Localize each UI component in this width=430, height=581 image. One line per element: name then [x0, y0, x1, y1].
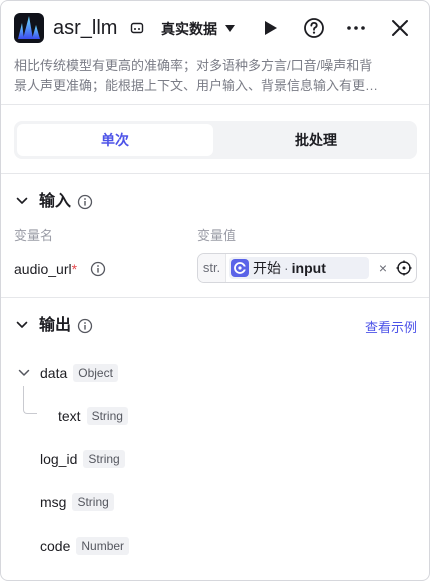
type-tag-str[interactable]: str.: [198, 254, 226, 282]
variable-reference-text: 开始 · input: [253, 260, 326, 276]
info-icon[interactable]: [90, 261, 106, 277]
info-icon[interactable]: [77, 318, 93, 334]
output-field-data: data Object: [40, 363, 118, 383]
divider: [1, 297, 429, 298]
view-example-link[interactable]: 查看示例: [365, 319, 417, 337]
close-icon[interactable]: [389, 17, 411, 39]
output-field-text: text String: [58, 406, 128, 426]
divider: [1, 104, 429, 105]
column-header-value: 变量值: [197, 228, 237, 243]
variable-value-input[interactable]: str. 开始 · input ×: [197, 253, 417, 283]
input-section-title: 输入: [39, 193, 72, 210]
chevron-down-icon[interactable]: [16, 321, 28, 329]
type-badge: String: [72, 493, 114, 511]
start-node-icon: [231, 259, 249, 277]
variable-reference-chip[interactable]: 开始 · input: [229, 257, 369, 279]
clear-icon[interactable]: ×: [376, 260, 390, 276]
required-mark: *: [71, 261, 78, 277]
output-field-msg: msg String: [40, 492, 114, 512]
caret-down-icon[interactable]: [225, 25, 235, 32]
divider: [1, 173, 429, 174]
node-title: asr_llm: [53, 17, 118, 39]
output-section-title: 输出: [39, 317, 72, 334]
chevron-down-icon[interactable]: [18, 369, 30, 377]
type-badge: String: [83, 450, 125, 468]
type-badge: Number: [76, 537, 130, 555]
node-test-panel: asr_llm 真实数据 相比传统模型有更高的准确率；对多语种多方言/口音/噪声…: [0, 0, 430, 581]
mode-tabs: 单次 批处理: [14, 121, 417, 159]
panel-header: asr_llm 真实数据: [1, 1, 429, 53]
tab-batch[interactable]: 批处理: [218, 124, 414, 156]
type-badge: String: [86, 407, 128, 425]
dataset-icon[interactable]: [130, 21, 144, 35]
variable-select-icon[interactable]: [396, 260, 412, 276]
column-header-name: 变量名: [14, 228, 54, 243]
play-icon[interactable]: [259, 17, 281, 39]
param-name-audio-url: audio_url*: [14, 261, 78, 277]
type-badge: Object: [73, 364, 118, 382]
output-field-code: code Number: [40, 536, 130, 556]
dataset-selector[interactable]: 真实数据: [161, 19, 217, 39]
output-field-log-id: log_id String: [40, 449, 125, 469]
input-section-header[interactable]: 输入: [14, 191, 114, 213]
tab-single[interactable]: 单次: [17, 124, 213, 156]
tree-connector: [23, 386, 37, 414]
more-icon[interactable]: [345, 17, 367, 39]
node-description: 相比传统模型有更高的准确率；对多语种多方言/口音/噪声和背 景人声更准确；能根据…: [14, 58, 379, 93]
info-icon[interactable]: [77, 194, 93, 210]
chevron-down-icon[interactable]: [16, 197, 28, 205]
workflow-logo-icon: [14, 13, 44, 43]
output-section-header[interactable]: 输出: [14, 315, 114, 337]
help-icon[interactable]: [303, 17, 325, 39]
